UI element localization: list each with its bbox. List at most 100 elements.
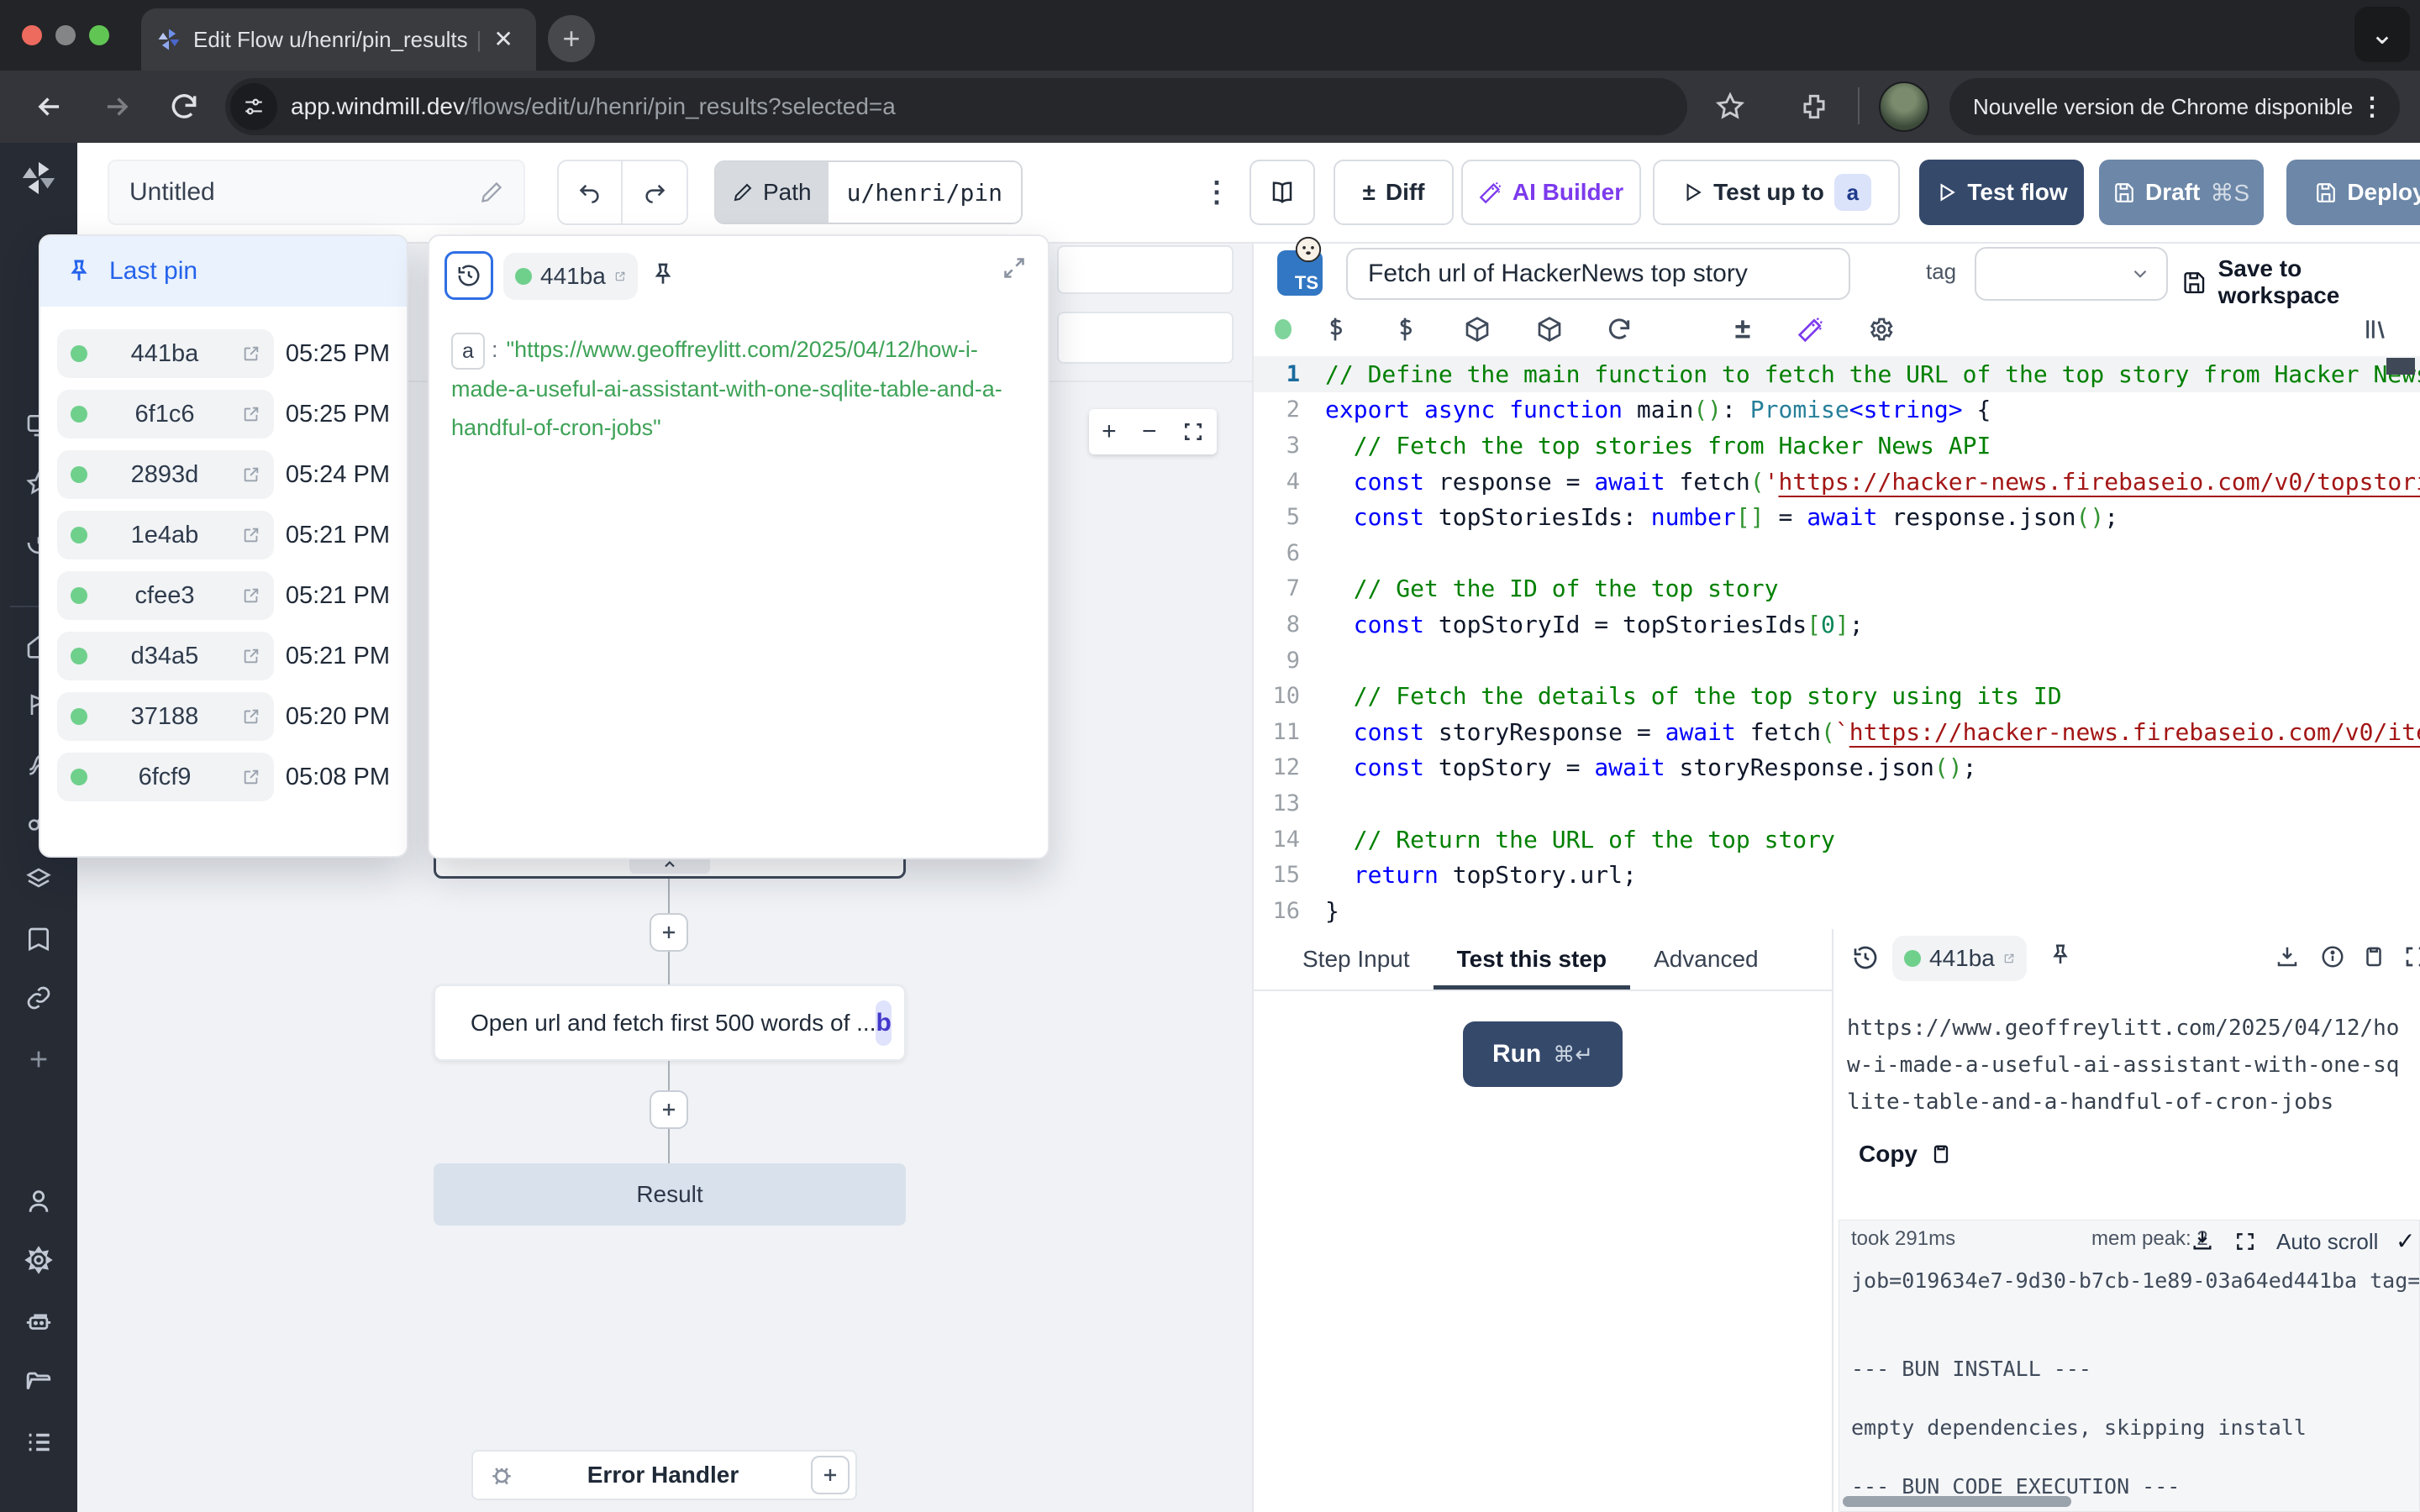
flow-name-input[interactable]: Untitled bbox=[108, 160, 525, 225]
zoom-in-icon[interactable]: + bbox=[1102, 417, 1117, 446]
info-icon[interactable] bbox=[2320, 944, 2345, 969]
tag-select[interactable] bbox=[1975, 247, 2168, 301]
save-draft-button[interactable]: Draft ⌘S bbox=[2099, 160, 2264, 225]
code-line[interactable]: 11 const storyResponse = await fetch(`ht… bbox=[1254, 714, 2420, 750]
code-line[interactable]: 1// Define the main function to fetch th… bbox=[1254, 356, 2420, 392]
download-logs-icon[interactable] bbox=[2191, 1229, 2214, 1252]
step-summary-input[interactable]: Fetch url of HackerNews top story bbox=[1346, 248, 1850, 300]
external-link-icon[interactable] bbox=[242, 768, 260, 786]
pin-list-item[interactable]: 441ba05:25 PM bbox=[40, 323, 407, 384]
package-icon[interactable] bbox=[1536, 316, 1563, 343]
docs-button[interactable] bbox=[1249, 160, 1315, 225]
deploy-button[interactable]: Deploy bbox=[2286, 160, 2420, 225]
more-options-icon[interactable]: ⋮ bbox=[1202, 176, 1231, 209]
package-icon[interactable] bbox=[1464, 316, 1491, 343]
external-link-icon[interactable] bbox=[242, 465, 260, 484]
add-error-handler-button[interactable] bbox=[811, 1456, 850, 1494]
new-tab-button[interactable]: + bbox=[548, 15, 595, 62]
history-icon[interactable] bbox=[1852, 944, 1879, 971]
pin-list-item[interactable]: 2893d05:24 PM bbox=[40, 444, 407, 505]
pin-list-item[interactable]: 6f1c605:25 PM bbox=[40, 384, 407, 444]
log-panel[interactable]: took 291ms mem peak: 2 Auto scroll ✓ job… bbox=[1839, 1220, 2420, 1512]
code-line[interactable]: 4 const response = await fetch('https://… bbox=[1254, 464, 2420, 500]
external-link-icon[interactable] bbox=[242, 405, 260, 423]
popup-job-badge[interactable]: 441ba bbox=[503, 253, 638, 300]
undo-button[interactable] bbox=[559, 161, 623, 223]
pin-list-item[interactable]: 3718805:20 PM bbox=[40, 686, 407, 747]
tab-step-input[interactable]: Step Input bbox=[1279, 929, 1434, 990]
sidebar-docs-icon[interactable] bbox=[25, 926, 52, 953]
save-to-workspace-button[interactable]: Save to workspace bbox=[2182, 255, 2420, 309]
code-line[interactable]: 9 bbox=[1254, 643, 2420, 679]
edit-pencil-icon[interactable] bbox=[480, 181, 503, 204]
horizontal-scrollbar[interactable] bbox=[1843, 1496, 2071, 1507]
insert-step-button[interactable] bbox=[650, 913, 688, 952]
code-line[interactable]: 10 // Fetch the details of the top story… bbox=[1254, 678, 2420, 714]
sidebar-add-icon[interactable] bbox=[25, 1046, 52, 1073]
settings-gear-icon[interactable] bbox=[1868, 316, 1895, 343]
code-line[interactable]: 7 // Get the ID of the top story bbox=[1254, 571, 2420, 607]
sidebar-settings-icon[interactable] bbox=[24, 1246, 53, 1274]
download-icon[interactable] bbox=[2275, 944, 2300, 969]
tab-advanced[interactable]: Advanced bbox=[1630, 929, 1782, 990]
redo-button[interactable] bbox=[623, 161, 687, 223]
pin-list-item[interactable]: cfee305:21 PM bbox=[40, 565, 407, 626]
pin-list-item[interactable]: 6fcf905:08 PM bbox=[40, 747, 407, 807]
back-icon[interactable] bbox=[34, 91, 66, 123]
external-link-icon[interactable] bbox=[614, 267, 626, 286]
site-settings-icon[interactable] bbox=[230, 83, 277, 130]
external-link-icon[interactable] bbox=[242, 526, 260, 544]
diff-button[interactable]: ± Diff bbox=[1334, 160, 1454, 225]
code-line[interactable]: 14 // Return the URL of the top story bbox=[1254, 822, 2420, 858]
last-pin-header[interactable]: Last pin bbox=[40, 236, 407, 307]
tab-search-chevron-icon[interactable]: ⌄ bbox=[2354, 7, 2410, 62]
flow-input-field[interactable] bbox=[1057, 245, 1234, 294]
external-link-icon[interactable] bbox=[242, 707, 260, 726]
chrome-update-button[interactable]: Nouvelle version de Chrome disponible ⋮ bbox=[1949, 78, 2400, 135]
error-handler-node[interactable]: Error Handler bbox=[471, 1450, 857, 1500]
result-job-badge[interactable]: 441ba bbox=[1892, 936, 2027, 981]
test-flow-button[interactable]: Test flow bbox=[1919, 160, 2084, 225]
auto-scroll-check-icon[interactable]: ✓ bbox=[2396, 1227, 2415, 1255]
external-link-icon[interactable] bbox=[2003, 949, 2015, 968]
pin-icon[interactable] bbox=[2048, 942, 2073, 968]
traffic-zoom-button[interactable] bbox=[89, 25, 109, 45]
sidebar-logs-icon[interactable] bbox=[24, 1428, 53, 1457]
insert-step-button[interactable] bbox=[650, 1090, 688, 1129]
tab-close-icon[interactable]: ✕ bbox=[493, 28, 513, 51]
zoom-out-icon[interactable]: − bbox=[1142, 417, 1157, 446]
assets-icon[interactable] bbox=[1322, 316, 1349, 343]
sidebar-folders-icon[interactable] bbox=[24, 1368, 53, 1396]
windmill-logo[interactable] bbox=[19, 159, 58, 197]
code-line[interactable]: 6 bbox=[1254, 535, 2420, 571]
minimap-slider[interactable] bbox=[2386, 358, 2415, 375]
pin-list-item[interactable]: 1e4ab05:21 PM bbox=[40, 505, 407, 565]
ai-builder-button[interactable]: AI Builder bbox=[1461, 160, 1641, 225]
history-toggle-button[interactable] bbox=[445, 251, 493, 300]
external-link-icon[interactable] bbox=[242, 344, 260, 363]
browser-tab[interactable]: Edit Flow u/henri/pin_results | ✕ bbox=[141, 8, 536, 71]
diff-icon[interactable]: ± bbox=[1735, 313, 1751, 346]
path-editor[interactable]: Path u/henri/pin bbox=[714, 160, 1023, 224]
ai-wand-icon[interactable] bbox=[1797, 316, 1824, 343]
test-up-to-button[interactable]: Test up to a bbox=[1653, 160, 1900, 225]
copy-result-button[interactable]: Copy bbox=[1859, 1141, 1953, 1168]
code-line[interactable]: 5 const topStoriesIds: number[] = await … bbox=[1254, 499, 2420, 535]
code-line[interactable]: 2export async function main(): Promise<s… bbox=[1254, 392, 2420, 428]
external-link-icon[interactable] bbox=[242, 647, 260, 665]
reload-icon[interactable] bbox=[168, 91, 200, 123]
pin-list-item[interactable]: d34a505:21 PM bbox=[40, 626, 407, 686]
code-line[interactable]: 15 return topStory.url; bbox=[1254, 857, 2420, 893]
code-editor[interactable]: 1// Define the main function to fetch th… bbox=[1254, 356, 2420, 929]
sidebar-workers-icon[interactable] bbox=[24, 1307, 53, 1336]
variables-icon[interactable] bbox=[1392, 316, 1418, 343]
fullscreen-icon[interactable] bbox=[2403, 944, 2420, 969]
sidebar-link-icon[interactable] bbox=[25, 984, 52, 1011]
code-line[interactable]: 12 const topStory = await storyResponse.… bbox=[1254, 750, 2420, 786]
python-step-node[interactable]: Open url and fetch first 500 words of ..… bbox=[434, 984, 906, 1061]
expand-icon[interactable] bbox=[1002, 256, 1026, 280]
bookmark-star-icon[interactable] bbox=[1714, 91, 1746, 123]
path-value[interactable]: u/henri/pin bbox=[829, 162, 1021, 223]
library-icon[interactable] bbox=[2362, 316, 2389, 343]
sidebar-user-icon[interactable] bbox=[24, 1187, 53, 1215]
